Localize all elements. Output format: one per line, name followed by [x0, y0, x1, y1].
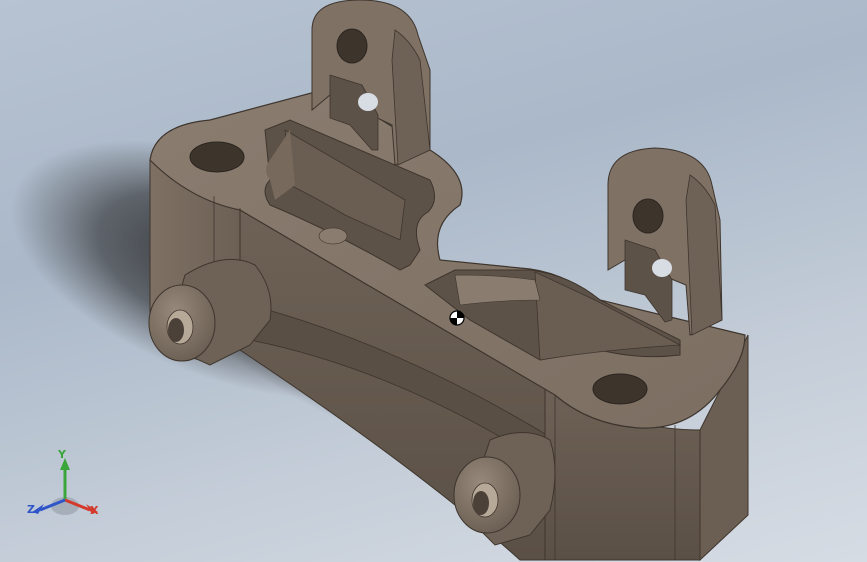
y-axis-label: Y: [58, 448, 66, 461]
z-axis-label: Z: [27, 503, 35, 516]
center-of-mass-icon[interactable]: [449, 310, 465, 326]
reference-triad[interactable]: Y X Z: [22, 448, 112, 528]
x-axis-label: X: [90, 504, 99, 517]
triad-axes: [32, 458, 98, 515]
bracket-model[interactable]: [0, 0, 867, 562]
graphics-viewport[interactable]: Y X Z: [0, 0, 867, 562]
